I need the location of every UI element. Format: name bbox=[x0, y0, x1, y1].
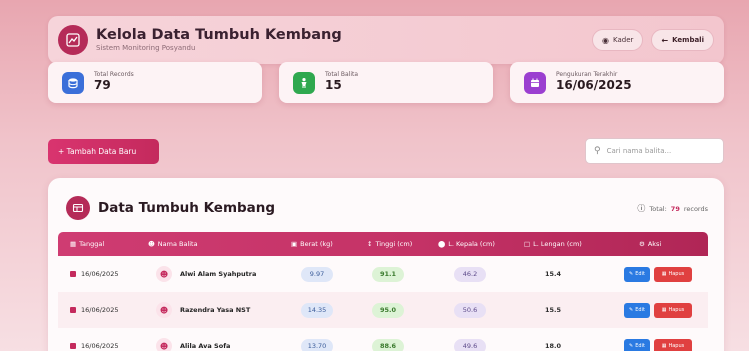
stat-value: 79 bbox=[94, 78, 111, 93]
trash-icon: ▦ bbox=[661, 271, 667, 277]
child-icon: ☻ bbox=[156, 338, 172, 351]
cell-lengan: 15.4 bbox=[545, 270, 562, 278]
arrow-left-icon: ← bbox=[661, 35, 669, 45]
kembali-label: Kembali bbox=[672, 36, 704, 44]
delete-button[interactable]: ▦ Hapus bbox=[654, 302, 692, 318]
table-title: Data Tumbuh Kembang bbox=[98, 200, 276, 216]
info-icon: ⓘ bbox=[637, 204, 646, 213]
stat-card-total-records: Total Records 79 bbox=[48, 62, 262, 103]
stat-card-pengukuran-terakhir: Pengukuran Terakhir 16/06/2025 bbox=[510, 62, 724, 103]
delete-button[interactable]: ▦ Hapus bbox=[654, 338, 692, 351]
stat-value: 16/06/2025 bbox=[556, 78, 632, 93]
kader-button[interactable]: ◉ Kader bbox=[592, 29, 644, 51]
chart-line-icon bbox=[58, 25, 88, 55]
height-icon: ↕ bbox=[367, 240, 373, 248]
cell-tanggal: 16/06/2025 bbox=[81, 306, 119, 314]
col-berat[interactable]: ▣ Berat (kg) bbox=[291, 232, 333, 256]
kembali-button[interactable]: ← Kembali bbox=[651, 29, 714, 51]
cell-nama: Razendra Yasa NST bbox=[180, 306, 251, 314]
col-kepala[interactable]: ⬤ L. Kepala (cm) bbox=[438, 232, 495, 256]
gears-icon: ⚙ bbox=[639, 240, 645, 248]
user-icon: ◉ bbox=[602, 35, 610, 45]
cell-nama: Alila Ava Sofa bbox=[180, 342, 231, 350]
cell-tinggi: 91.1 bbox=[372, 266, 404, 282]
cell-tinggi: 95.0 bbox=[372, 302, 404, 318]
calendar-icon: ▦ bbox=[70, 240, 77, 248]
cell-lengan: 15.5 bbox=[545, 306, 562, 314]
calendar-icon bbox=[524, 71, 546, 94]
weight-icon: ▣ bbox=[291, 240, 298, 248]
search-box: ⚲ bbox=[585, 138, 724, 164]
page-subtitle: Sistem Monitoring Posyandu bbox=[96, 43, 196, 52]
pencil-icon: ✎ bbox=[629, 271, 634, 277]
trash-icon: ▦ bbox=[661, 343, 667, 349]
cell-nama: Alwi Alam Syahputra bbox=[180, 270, 257, 278]
child-icon: ☻ bbox=[156, 302, 172, 318]
table-row: 16/06/2025 ☻ Alwi Alam Syahputra 9.97 91.… bbox=[58, 256, 708, 292]
table-row: 16/06/2025 ☻ Alila Ava Sofa 13.70 88.6 49… bbox=[58, 328, 708, 351]
col-aksi: ⚙ Aksi bbox=[639, 240, 662, 248]
cell-tanggal: 16/06/2025 bbox=[81, 270, 119, 278]
calendar-icon bbox=[70, 343, 76, 349]
add-data-button[interactable]: + Tambah Data Baru bbox=[48, 139, 159, 164]
edit-button[interactable]: ✎ Edit bbox=[624, 266, 650, 282]
data-card: Data Tumbuh Kembang ⓘ Total: 79 records … bbox=[48, 178, 724, 351]
stat-card-total-balita: Total Balita 15 bbox=[279, 62, 493, 103]
col-tinggi[interactable]: ↕ Tinggi (cm) bbox=[367, 232, 412, 256]
trash-icon: ▦ bbox=[661, 307, 667, 313]
child-icon: ☻ bbox=[148, 240, 155, 248]
calendar-icon bbox=[70, 271, 76, 277]
table-header: ▦ Tanggal ☻ Nama Balita ▣ Berat (kg) ↕ Tingg… bbox=[58, 232, 708, 256]
app-header: Kelola Data Tumbuh Kembang Sistem Monito… bbox=[48, 16, 724, 64]
total-suffix: records bbox=[683, 204, 708, 213]
cell-tinggi: 88.6 bbox=[372, 338, 404, 351]
page-title: Kelola Data Tumbuh Kembang bbox=[96, 26, 342, 43]
cell-kepala: 49.6 bbox=[454, 338, 486, 351]
col-nama-balita[interactable]: ☻ Nama Balita bbox=[148, 232, 198, 256]
kader-label: Kader bbox=[613, 36, 634, 44]
table-row: 16/06/2025 ☻ Razendra Yasa NST 14.35 95.0… bbox=[58, 292, 708, 328]
pencil-icon: ✎ bbox=[629, 343, 634, 349]
col-lengan[interactable]: □ L. Lengan (cm) bbox=[524, 232, 582, 256]
child-icon bbox=[293, 71, 315, 94]
total-prefix: Total: bbox=[649, 204, 667, 213]
col-tanggal[interactable]: ▦ Tanggal bbox=[70, 232, 104, 256]
cell-kepala: 50.6 bbox=[454, 302, 486, 318]
edit-button[interactable]: ✎ Edit bbox=[624, 302, 650, 318]
cell-berat: 14.35 bbox=[301, 302, 333, 318]
total-records: ⓘ Total: 79 records bbox=[637, 203, 708, 214]
database-icon bbox=[62, 71, 84, 94]
stat-value: 15 bbox=[325, 78, 342, 93]
table-icon bbox=[66, 196, 90, 220]
pencil-icon: ✎ bbox=[629, 307, 634, 313]
search-icon: ⚲ bbox=[594, 146, 601, 156]
child-icon: ☻ bbox=[156, 266, 172, 282]
cell-berat: 13.70 bbox=[301, 338, 333, 351]
delete-button[interactable]: ▦ Hapus bbox=[654, 266, 692, 282]
cell-tanggal: 16/06/2025 bbox=[81, 342, 119, 350]
search-input[interactable] bbox=[606, 147, 717, 155]
edit-button[interactable]: ✎ Edit bbox=[624, 338, 650, 351]
expand-icon: □ bbox=[524, 240, 531, 248]
total-value: 79 bbox=[670, 204, 680, 213]
circle-icon: ⬤ bbox=[438, 240, 446, 248]
cell-lengan: 18.0 bbox=[545, 342, 562, 350]
cell-kepala: 46.2 bbox=[454, 266, 486, 282]
cell-berat: 9.97 bbox=[301, 266, 333, 282]
calendar-icon bbox=[70, 307, 76, 313]
